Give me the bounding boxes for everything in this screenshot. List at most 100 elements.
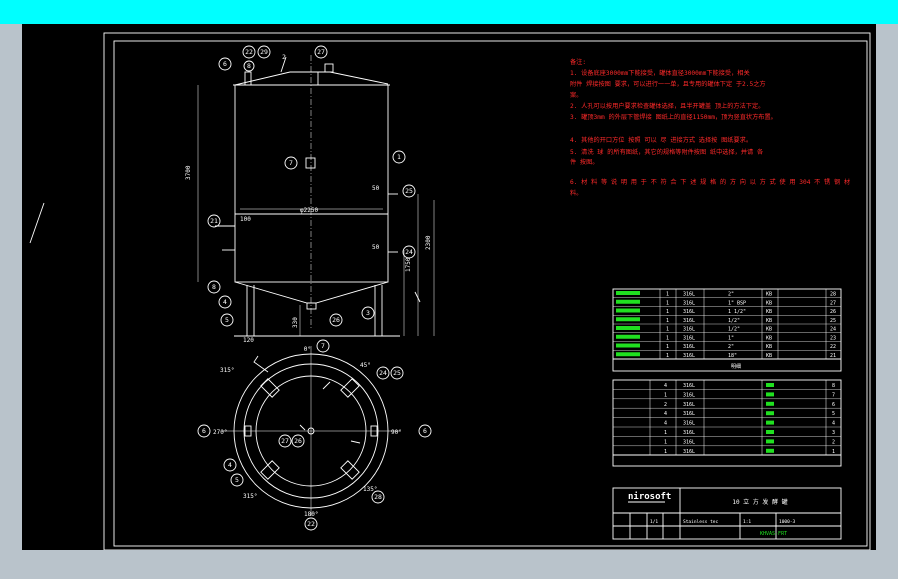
row-number: 1: [832, 449, 835, 455]
svg-text:180°: 180°: [304, 511, 318, 518]
row-number: 28: [830, 292, 836, 298]
row-number: 23: [830, 335, 836, 341]
row-standard: KB: [766, 309, 772, 315]
svg-text:4: 4: [223, 298, 227, 306]
svg-text:27: 27: [281, 437, 289, 445]
svg-text:附件 焊接按图 要求，可以进行一一单，且专用的罐体下定 于2: 附件 焊接按图 要求，可以进行一一单，且专用的罐体下定 于2.5之方: [570, 80, 766, 88]
row-number: 3: [832, 430, 835, 436]
row-material: 316L: [683, 402, 695, 408]
row-material: 316L: [683, 353, 695, 359]
svg-text:135°: 135°: [363, 486, 377, 493]
row-qty: 1: [666, 300, 669, 306]
svg-text:270°: 270°: [213, 429, 227, 436]
row-material: 316L: [683, 430, 695, 436]
row-material: 316L: [683, 309, 695, 315]
svg-text:26: 26: [294, 437, 302, 445]
svg-text:5: 5: [235, 476, 239, 484]
svg-text:1/1: 1/1: [650, 519, 658, 525]
svg-text:3700: 3700: [185, 165, 192, 180]
row-qty: 1: [664, 430, 667, 436]
row-qty: 1: [666, 292, 669, 298]
svg-text:7: 7: [321, 342, 325, 350]
svg-text:5: 5: [225, 316, 229, 324]
svg-text:1. 设备底座3000mm下能接受，罐体直径3000mm下能: 1. 设备底座3000mm下能接受，罐体直径3000mm下能接受，相关: [570, 69, 750, 77]
row-number: 2: [832, 439, 835, 445]
row-qty: 1: [666, 309, 669, 315]
svg-text:50: 50: [372, 244, 380, 251]
svg-text:22: 22: [245, 48, 253, 56]
row-qty: 4: [664, 383, 667, 389]
row-standard: KB: [766, 318, 772, 324]
row-qty: 1: [666, 353, 669, 359]
row-material: 316L: [683, 449, 695, 455]
svg-text:29: 29: [260, 48, 268, 56]
svg-text:45°: 45°: [360, 362, 371, 369]
row-qty: 1: [664, 449, 667, 455]
row-spec: 1/2": [728, 327, 740, 333]
svg-text:27: 27: [317, 48, 325, 56]
svg-text:90°: 90°: [391, 429, 402, 436]
svg-text:21: 21: [210, 217, 218, 225]
row-qty: 1: [664, 392, 667, 398]
svg-text:26: 26: [332, 316, 340, 324]
svg-text:案。: 案。: [570, 91, 582, 99]
row-number: 5: [832, 411, 835, 417]
svg-text:315°: 315°: [220, 367, 234, 374]
svg-text:25: 25: [405, 187, 413, 195]
row-qty: 1: [666, 344, 669, 350]
row-number: 24: [830, 327, 836, 333]
row-material: 316L: [683, 344, 695, 350]
svg-text:2: 2: [282, 53, 286, 61]
row-material: 316L: [683, 439, 695, 445]
svg-text:1: 1: [397, 153, 401, 161]
row-number: 22: [830, 344, 836, 350]
row-standard: KB: [766, 353, 772, 359]
row-qty: 4: [664, 421, 667, 427]
row-standard: KB: [766, 300, 772, 306]
row-material: 316L: [683, 292, 695, 298]
row-number: 6: [832, 402, 835, 408]
svg-text:5. 清洗 球 的所有图纸，其它的规格等附件按图 纸中选择，: 5. 清洗 球 的所有图纸，其它的规格等附件按图 纸中选择，并请 各: [570, 148, 763, 156]
row-number: 8: [832, 383, 835, 389]
row-standard: KB: [766, 292, 772, 298]
notes-heading: 备注:: [570, 58, 586, 66]
svg-text:1:1: 1:1: [743, 519, 751, 525]
svg-text:4: 4: [228, 461, 232, 469]
row-qty: 1: [666, 335, 669, 341]
svg-text:28: 28: [374, 493, 382, 501]
row-material: 316L: [683, 411, 695, 417]
row-spec: 2": [728, 344, 734, 350]
row-qty: 1: [664, 439, 667, 445]
row-spec: 1": [728, 335, 734, 341]
row-number: 21: [830, 353, 836, 359]
drawing-title: 10 立 方 发 酵 罐: [732, 498, 787, 506]
svg-text:22: 22: [307, 520, 315, 528]
svg-text:50: 50: [372, 185, 380, 192]
row-number: 4: [832, 421, 835, 427]
cad-viewport[interactable]: 3700 φ2250 100 2300 1750 330 50 50 120 6…: [0, 24, 898, 550]
svg-text:3. 罐顶3mm 的外层下管焊接 图纸上的直径1150mm，: 3. 罐顶3mm 的外层下管焊接 图纸上的直径1150mm，顶为竖直状方布置。: [570, 113, 777, 121]
row-number: 25: [830, 318, 836, 324]
svg-text:8: 8: [247, 62, 251, 70]
svg-text:2. 人孔可以按用户要求检查罐体选择，且半开罐盖 顶上的方法: 2. 人孔可以按用户要求检查罐体选择，且半开罐盖 顶上的方法下定。: [570, 102, 764, 110]
svg-text:24: 24: [379, 369, 387, 377]
svg-text:6. 材 料 等 说 明 用 于 不 符 合 下 述 规 格: 6. 材 料 等 说 明 用 于 不 符 合 下 述 规 格 的 方 向 以 方…: [570, 178, 850, 186]
row-standard: KB: [766, 344, 772, 350]
company-logo: nirosoft: [628, 491, 671, 502]
svg-text:KHVAS-FRT: KHVAS-FRT: [760, 531, 787, 537]
svg-text:7: 7: [289, 159, 293, 167]
svg-text:25: 25: [393, 369, 401, 377]
svg-text:24: 24: [405, 248, 413, 256]
svg-text:φ2250: φ2250: [300, 207, 318, 214]
svg-text:6: 6: [202, 427, 206, 435]
row-number: 7: [832, 392, 835, 398]
row-qty: 1: [666, 318, 669, 324]
row-spec: 2": [728, 292, 734, 298]
svg-text:料。: 料。: [570, 189, 582, 197]
row-material: 316L: [683, 318, 695, 324]
drawing-canvas[interactable]: 3700 φ2250 100 2300 1750 330 50 50 120 6…: [0, 24, 898, 550]
row-material: 316L: [683, 335, 695, 341]
row-qty: 1: [666, 327, 669, 333]
svg-text:0°: 0°: [304, 346, 311, 353]
svg-text:1000-3: 1000-3: [779, 519, 796, 525]
